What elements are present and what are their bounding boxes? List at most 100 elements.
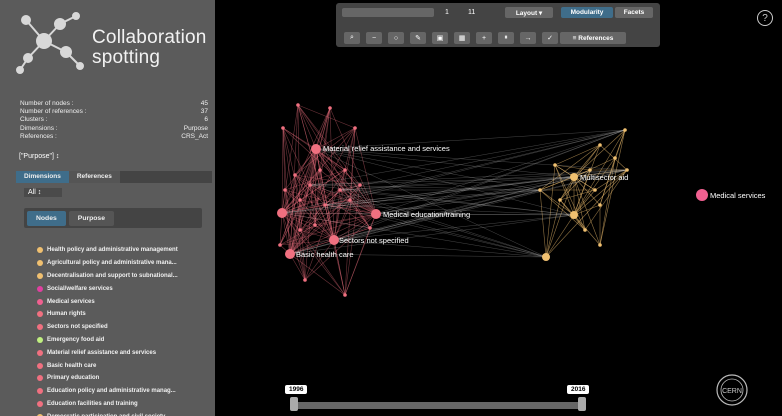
graph-label-sectors[interactable]: Sectors not specified	[339, 236, 409, 245]
graph-node[interactable]	[343, 168, 347, 172]
graph-edges	[279, 104, 628, 296]
tab-purpose[interactable]: Purpose	[68, 210, 114, 226]
graph-node[interactable]	[283, 188, 287, 192]
graph-node[interactable]	[311, 144, 321, 154]
node-list-item[interactable]: Health policy and administrative managem…	[37, 244, 212, 257]
timeline-end-year: 2016	[567, 385, 590, 394]
timeline-slider[interactable]	[290, 402, 586, 409]
node-color-dot	[37, 311, 43, 318]
graph-node[interactable]	[296, 103, 300, 107]
node-list-item[interactable]: Agricultural policy and administrative m…	[37, 257, 212, 270]
graph-node[interactable]	[285, 249, 295, 259]
graph-node[interactable]	[583, 228, 587, 232]
tab-dimensions[interactable]: Dimensions	[16, 171, 69, 183]
graph-label-material[interactable]: Material relief assistance and services	[323, 144, 450, 153]
graph-node[interactable]	[553, 163, 557, 167]
node-list-item[interactable]: Social/welfare services	[37, 282, 212, 295]
node-list-label: Sectors not specified	[47, 324, 108, 331]
graph-node[interactable]	[329, 235, 339, 245]
graph-node[interactable]	[298, 198, 302, 202]
purpose-select[interactable]: ["Purpose"] ↕	[19, 153, 59, 160]
network-graph[interactable]: Material relief assistance and services M…	[215, 0, 782, 380]
graph-node[interactable]	[318, 168, 322, 172]
graph-node[interactable]	[293, 173, 297, 177]
node-color-dot	[37, 375, 43, 382]
graph-node[interactable]	[598, 143, 602, 147]
stat-nodes: Number of nodes :45	[20, 100, 208, 107]
app-title-line1: Collaboration	[92, 27, 207, 48]
graph-node[interactable]	[277, 208, 287, 218]
stats-panel: Number of nodes :45 Number of references…	[20, 100, 208, 141]
stat-dimensions: Dimensions : Purpose	[20, 124, 208, 132]
node-color-dot	[37, 336, 43, 343]
node-list-label: Education facilities and training	[47, 400, 138, 407]
node-list-item[interactable]: Emergency food aid	[37, 334, 212, 347]
graph-node[interactable]	[371, 209, 381, 219]
graph-label-medical-services[interactable]: Medical services	[710, 191, 766, 200]
graph-node[interactable]	[598, 203, 602, 207]
timeline-start-handle[interactable]	[290, 397, 298, 411]
node-list-label: Emergency food aid	[47, 336, 105, 343]
graph-node[interactable]	[570, 211, 578, 219]
graph-node[interactable]	[308, 183, 312, 187]
graph-node[interactable]	[281, 126, 285, 130]
graph-node[interactable]	[570, 173, 578, 181]
node-list-item[interactable]: Education facilities and training	[37, 398, 212, 411]
graph-node[interactable]	[593, 188, 597, 192]
filter-select[interactable]: All ↕	[24, 188, 62, 197]
cern-logo: CERN	[716, 374, 748, 406]
graph-label-basic[interactable]: Basic health care	[296, 250, 354, 259]
node-list-label: Health policy and administrative managem…	[47, 247, 178, 254]
node-list-label: Human rights	[47, 311, 86, 318]
node-list-item[interactable]: Medical services	[37, 295, 212, 308]
graph-node[interactable]	[338, 188, 342, 192]
node-list-item[interactable]: Primary education	[37, 372, 212, 385]
graph-label-multisector[interactable]: Multisector aid	[580, 173, 628, 182]
node-color-dot	[37, 260, 43, 267]
graph-node[interactable]	[323, 203, 327, 207]
graph-edge	[545, 214, 575, 258]
graph-node[interactable]	[588, 168, 592, 172]
graph-node[interactable]	[368, 226, 372, 230]
graph-node[interactable]	[598, 243, 602, 247]
graph-node[interactable]	[625, 168, 629, 172]
timeline-end-handle[interactable]	[578, 397, 586, 411]
graph-node[interactable]	[358, 183, 362, 187]
node-list-item[interactable]: Basic health care	[37, 359, 212, 372]
graph-node-medical-services[interactable]	[696, 189, 708, 201]
cern-logo-text: CERN	[722, 388, 742, 395]
node-list-item[interactable]: Education policy and administrative mana…	[37, 385, 212, 398]
node-list-label: Medical services	[47, 298, 95, 305]
stat-clusters: Clusters :6	[20, 116, 208, 124]
graph-node[interactable]	[278, 243, 282, 247]
graph-node[interactable]	[313, 223, 317, 227]
node-list-item[interactable]: Sectors not specified	[37, 321, 212, 334]
node-list-item[interactable]: Human rights	[37, 308, 212, 321]
graph-node[interactable]	[298, 228, 302, 232]
timeline-start-year: 1996	[285, 385, 308, 394]
graph-node[interactable]	[613, 156, 617, 160]
app-title-line2: spotting	[92, 47, 161, 68]
graph-node[interactable]	[623, 128, 627, 132]
graph-node[interactable]	[558, 198, 562, 202]
graph-node[interactable]	[542, 253, 550, 261]
graph-edge	[297, 104, 317, 150]
node-list-item[interactable]: Decentralisation and support to subnatio…	[37, 270, 212, 283]
sidebar-tabs: Dimensions References	[16, 171, 212, 183]
graph-node[interactable]	[328, 106, 332, 110]
tab-nodes[interactable]: Nodes	[27, 210, 66, 226]
graph-node[interactable]	[538, 188, 542, 192]
graph-edge	[599, 129, 626, 246]
node-list-label: Decentralisation and support to subnatio…	[47, 272, 178, 279]
node-color-dot	[37, 298, 43, 305]
node-list-item[interactable]: Democratic participation and civil socie…	[37, 410, 212, 416]
graph-node[interactable]	[303, 278, 307, 282]
graph-node[interactable]	[353, 126, 357, 130]
graph-node[interactable]	[343, 293, 347, 297]
node-list-label: Material relief assistance and services	[47, 349, 157, 356]
node-list-item[interactable]: Material relief assistance and services	[37, 346, 212, 359]
graph-node[interactable]	[348, 198, 352, 202]
node-color-dot	[37, 272, 43, 279]
tab-references[interactable]: References	[68, 171, 120, 183]
graph-label-medical-edu[interactable]: Medical education/training	[383, 210, 470, 219]
